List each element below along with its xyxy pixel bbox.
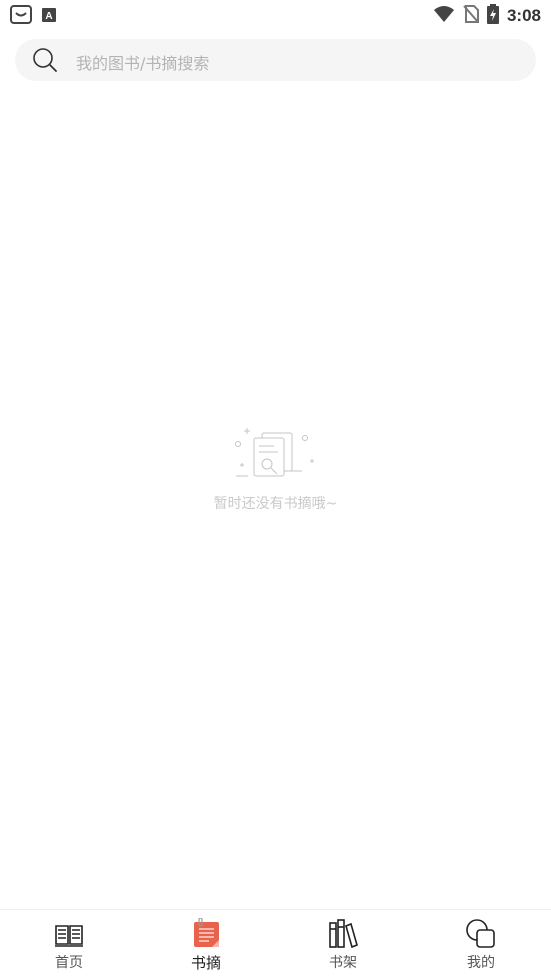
nav-label-home: 首页 <box>55 955 83 971</box>
nav-label-shelf: 书架 <box>329 955 357 971</box>
wifi-icon <box>433 5 455 27</box>
nav-item-notes[interactable]: 书摘 <box>161 917 251 978</box>
empty-message: 暂时还没有书摘哦~ <box>213 496 338 512</box>
status-time: 3:08 <box>506 6 541 25</box>
nav-item-shelf[interactable]: 书架 <box>298 918 388 978</box>
status-bar: A 3:08 <box>0 0 551 32</box>
font-a-icon: A <box>42 7 56 26</box>
open-book-icon <box>53 918 85 950</box>
search-bar[interactable]: 我的图书/书摘搜索 <box>15 39 536 81</box>
status-right-icons: 3:08 <box>433 4 541 28</box>
search-icon <box>33 48 57 72</box>
nav-label-notes: 书摘 <box>190 954 221 972</box>
svg-text:A: A <box>45 11 52 22</box>
nav-item-home[interactable]: 首页 <box>24 918 114 978</box>
profile-shapes-icon <box>465 918 497 950</box>
note-icon <box>190 917 222 950</box>
document-search-icon <box>232 425 320 481</box>
bookshelf-icon <box>327 918 359 950</box>
shopping-bag-icon <box>10 4 32 28</box>
search-placeholder[interactable]: 我的图书/书摘搜索 <box>76 50 209 74</box>
status-left-icons: A <box>10 4 56 28</box>
battery-charging-icon <box>486 4 499 28</box>
bottom-nav: 首页 书摘 书架 我的 <box>0 909 551 980</box>
no-sim-icon <box>463 5 479 27</box>
nav-label-me: 我的 <box>467 955 495 971</box>
nav-item-me[interactable]: 我的 <box>436 918 526 978</box>
